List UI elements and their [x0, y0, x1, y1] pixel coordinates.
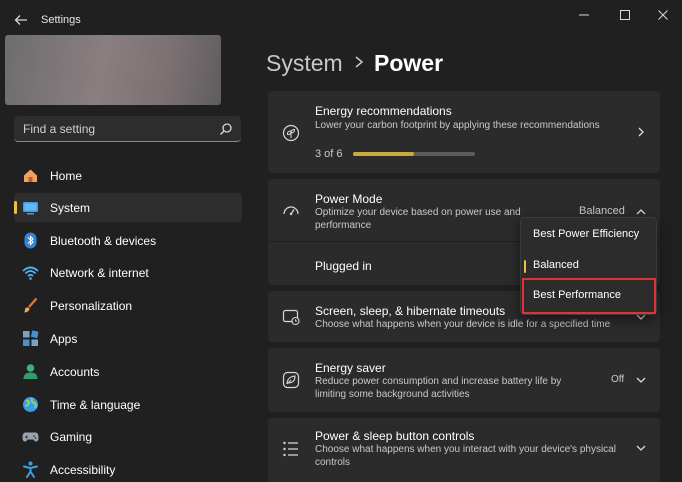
person-icon — [23, 364, 38, 379]
apps-icon — [23, 330, 39, 346]
card-description: controls — [315, 457, 351, 468]
sidebar-item-label: Bluetooth & devices — [50, 234, 157, 248]
maximize-icon — [620, 10, 630, 20]
sidebar-item-label: Personalization — [50, 299, 133, 313]
close-icon — [658, 10, 668, 20]
card-description: Lower your carbon footprint by applying … — [315, 120, 600, 131]
sidebar-item-time-language[interactable]: Time & language — [14, 390, 242, 419]
search-icon[interactable] — [219, 122, 233, 136]
sidebar-item-label: Home — [50, 169, 83, 183]
selected-indicator — [14, 201, 17, 214]
sidebar-item-label: Accounts — [50, 365, 100, 379]
sidebar-item-gaming[interactable]: Gaming — [14, 422, 242, 451]
home-icon — [24, 169, 37, 182]
option-label: Best Power Efficiency — [533, 228, 640, 240]
chevron-down-icon — [636, 377, 646, 383]
power-mode-value: Balanced — [579, 205, 625, 217]
breadcrumb-system[interactable]: System — [266, 50, 343, 77]
sidebar-item-label: Network & internet — [50, 266, 149, 280]
plugged-in-label: Plugged in — [315, 259, 372, 273]
maximize-button[interactable] — [605, 4, 645, 26]
sidebar-item-label: System — [50, 201, 91, 215]
card-description: limiting some background activities — [315, 389, 470, 400]
card-description: Reduce power consumption and increase ba… — [315, 376, 562, 387]
sidebar-item-accessibility[interactable]: Accessibility — [14, 455, 242, 482]
card-title: Energy saver — [315, 361, 386, 375]
power-mode-gauge-icon — [283, 206, 299, 216]
leaf-icon — [282, 124, 300, 142]
screen-timeout-icon — [282, 309, 300, 326]
globe-icon — [23, 397, 38, 412]
bluetooth-icon — [24, 232, 37, 249]
list-settings-icon — [283, 441, 298, 457]
card-title: Power Mode — [315, 192, 383, 206]
option-label: Balanced — [533, 259, 579, 271]
accessibility-icon — [23, 461, 38, 478]
brush-icon — [23, 297, 38, 313]
page-title: Power — [374, 50, 444, 76]
card-description: Choose what happens when your device is … — [315, 319, 611, 330]
sidebar-item-apps[interactable]: Apps — [14, 324, 242, 353]
user-profile-blurred[interactable] — [5, 35, 221, 105]
close-button[interactable] — [643, 4, 682, 26]
settings-window: Settings Find a setting Home System Blue… — [0, 0, 682, 482]
gamepad-icon — [22, 432, 39, 442]
card-title: Power & sleep button controls — [315, 429, 475, 443]
chevron-right-icon — [638, 127, 644, 137]
energy-saver-leaf-icon — [282, 371, 300, 389]
minimize-button[interactable] — [564, 4, 604, 26]
option-balanced[interactable]: Balanced — [521, 252, 656, 280]
title-bar: Settings — [0, 0, 682, 40]
back-button[interactable] — [11, 10, 31, 30]
card-description: Choose what happens when you interact wi… — [315, 444, 616, 455]
progress-text: 3 of 6 — [315, 148, 343, 160]
sidebar-item-accounts[interactable]: Accounts — [14, 357, 242, 386]
search-box[interactable]: Find a setting — [14, 116, 241, 142]
option-best-power-efficiency[interactable]: Best Power Efficiency — [521, 221, 656, 249]
sidebar-item-bluetooth[interactable]: Bluetooth & devices — [14, 226, 242, 255]
card-description: Optimize your device based on power use … — [315, 207, 521, 218]
sidebar-item-label: Gaming — [50, 430, 93, 444]
energy-recommendations-card[interactable]: Energy recommendations Lower your carbon… — [268, 91, 660, 173]
system-icon — [23, 202, 38, 215]
sidebar-item-label: Time & language — [50, 398, 141, 412]
breadcrumb-chevron-icon — [355, 56, 364, 68]
card-title: Screen, sleep, & hibernate timeouts — [315, 304, 506, 318]
app-title: Settings — [41, 14, 81, 26]
energy-saver-value: Off — [611, 374, 625, 385]
sidebar-item-home[interactable]: Home — [14, 161, 242, 190]
power-sleep-button-controls-card[interactable]: Power & sleep button controls Choose wha… — [268, 418, 660, 482]
highlight-annotation-box — [522, 278, 656, 314]
search-input[interactable]: Find a setting — [23, 122, 95, 136]
minimize-icon — [579, 14, 589, 16]
card-description: performance — [315, 220, 372, 231]
wifi-icon — [22, 266, 39, 280]
chevron-down-icon — [636, 445, 646, 451]
back-arrow-icon — [14, 15, 27, 25]
sidebar-item-label: Accessibility — [50, 463, 116, 477]
energy-saver-card[interactable]: Energy saver Reduce power consumption an… — [268, 348, 660, 412]
sidebar-item-personalization[interactable]: Personalization — [14, 291, 242, 320]
card-title: Energy recommendations — [315, 104, 452, 118]
progress-fill — [353, 152, 414, 156]
selected-indicator — [524, 260, 526, 273]
sidebar-item-label: Apps — [50, 332, 78, 346]
sidebar-item-network[interactable]: Network & internet — [14, 258, 242, 287]
sidebar-item-system[interactable]: System — [14, 193, 242, 222]
progress-bar — [353, 152, 475, 156]
